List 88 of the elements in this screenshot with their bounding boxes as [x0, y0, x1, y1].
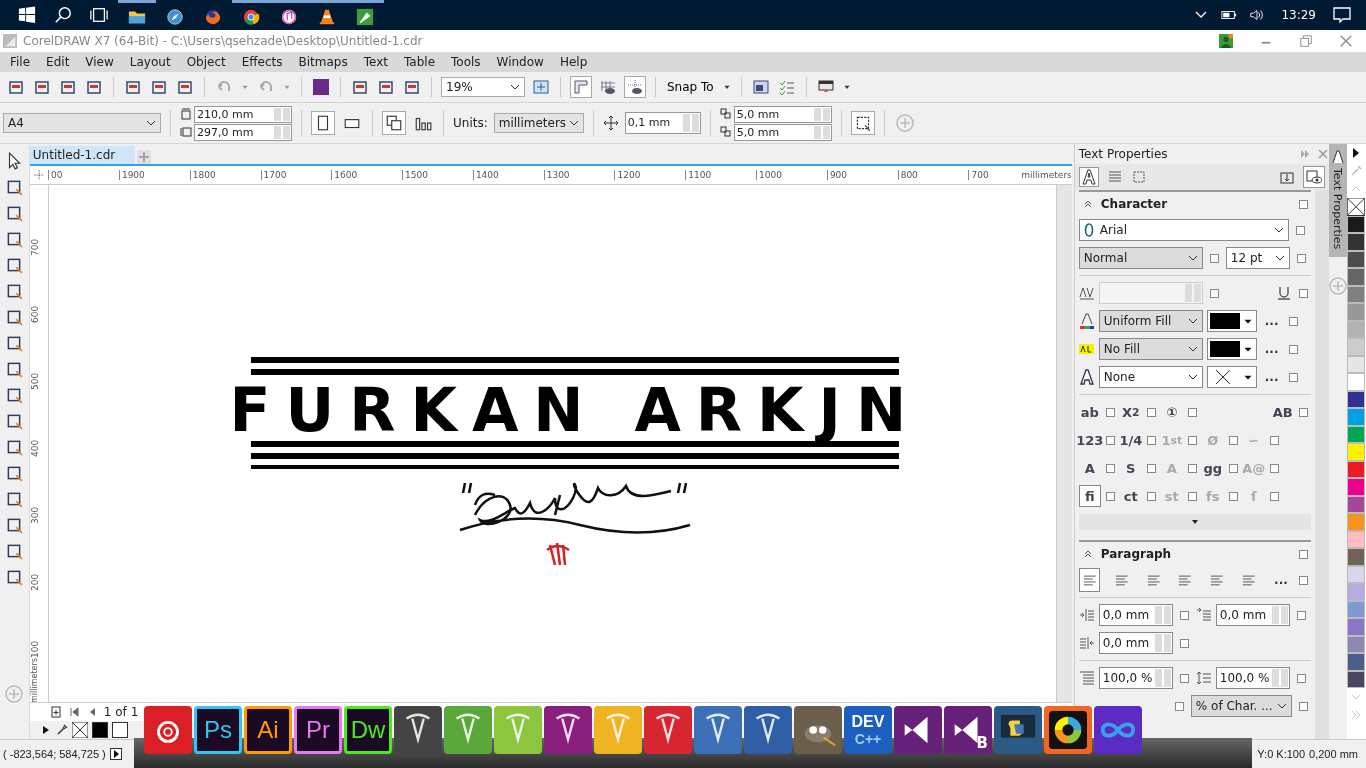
dock-app-icon[interactable]: B — [944, 706, 992, 754]
opentype-feature-button[interactable]: S — [1119, 457, 1142, 479]
opentype-feature-button[interactable]: fi — [1078, 485, 1101, 507]
menu-item[interactable]: Tools — [443, 55, 489, 69]
units-dropdown[interactable]: millimeters — [493, 113, 584, 133]
ruler-unit-label: millimeters — [1021, 170, 1072, 180]
ruler-label: 1900 — [118, 170, 190, 180]
dock-app-icon[interactable]: DEV C++ — [844, 706, 892, 754]
clock-time[interactable]: 13:29 — [1281, 8, 1316, 22]
ruler-label: 1400 — [472, 170, 544, 180]
menu-item[interactable]: File — [2, 55, 39, 69]
ruler-label: 1700 — [260, 170, 332, 180]
ruler-label: 700 — [29, 237, 41, 256]
opentype-feature-button[interactable]: 1/4 — [1119, 429, 1142, 451]
ruler-label: 1100 — [685, 170, 757, 180]
fill-type-dropdown[interactable]: Uniform Fill — [1098, 310, 1203, 332]
right-indent-field[interactable]: 0,0 mm — [1098, 632, 1173, 654]
ruler-label: 1800 — [189, 170, 261, 180]
ruler-label: 1300 — [543, 170, 615, 180]
opentype-feature-button[interactable]: gg — [1201, 457, 1224, 479]
menu-item[interactable]: Text — [355, 55, 396, 69]
font-style-dropdown[interactable]: Normal — [1078, 247, 1203, 269]
menu-item[interactable]: View — [77, 55, 122, 69]
ruler-label: 1600 — [331, 170, 403, 180]
ruler-label: 100 — [29, 639, 41, 658]
opentype-feature-button[interactable]: ab — [1078, 401, 1101, 423]
opentype-feature-button[interactable]: ① — [1160, 401, 1183, 423]
duplicate-y-field[interactable]: 5,0 mm — [733, 123, 832, 141]
opentype-feature-button[interactable]: 123 — [1078, 429, 1101, 451]
ruler-label: 300 — [29, 505, 41, 524]
more-options-button[interactable]: ... — [1270, 573, 1292, 587]
dock-app-icon[interactable]: Dw — [344, 706, 392, 754]
ruler-label: 00 — [48, 170, 119, 180]
more-options-button[interactable]: ... — [1260, 370, 1283, 384]
ruler-label: 600 — [29, 304, 41, 323]
menu-item[interactable]: Effects — [233, 55, 291, 69]
ruler-label: 200 — [29, 572, 41, 591]
ruler-label: 500 — [29, 371, 41, 390]
menu-item[interactable]: Table — [396, 55, 443, 69]
ruler-label: 400 — [29, 438, 41, 457]
units-label: Units: — [453, 116, 488, 130]
ruler-label: 1200 — [614, 170, 686, 180]
opentype-feature-button[interactable]: AB — [1271, 401, 1294, 423]
more-options-button[interactable]: ... — [1260, 314, 1283, 328]
page-width-field[interactable]: 210,0 mm — [194, 105, 292, 123]
opentype-feature-button[interactable]: A — [1078, 457, 1101, 479]
ruler-unit-label: millimeters — [29, 658, 40, 702]
ruler-label: 900 — [826, 170, 898, 180]
logo-text: FURKAN ARKJN — [229, 381, 922, 439]
dock-app-icon[interactable]: Pr — [294, 706, 342, 754]
fill-type-dropdown[interactable]: No Fill — [1098, 338, 1203, 360]
nudge-distance-field[interactable]: 0,1 mm — [624, 112, 701, 134]
menu-item[interactable]: Object — [178, 55, 234, 69]
ruler-label: 800 — [897, 170, 969, 180]
snap-to-dropdown[interactable]: Snap To — [665, 80, 716, 94]
menu-item[interactable]: Bitmaps — [290, 55, 356, 69]
more-options-button[interactable]: ... — [1260, 342, 1283, 356]
spacing-units-dropdown[interactable]: % of Char. ... — [1190, 695, 1292, 717]
outline-width: 0,200 mm — [1309, 748, 1358, 760]
space-before-field[interactable]: 100,0 % — [1098, 667, 1173, 689]
dock-app-icon[interactable]: Ai — [244, 706, 292, 754]
page-height-field[interactable]: 297,0 mm — [194, 123, 292, 141]
fill-type-dropdown[interactable]: None — [1098, 366, 1203, 388]
docker-side-tab[interactable]: Text Properties — [1328, 144, 1347, 258]
section-heading: Paragraph — [1100, 547, 1172, 561]
font-size-dropdown[interactable]: 12 pt — [1225, 247, 1290, 269]
font-dropdown[interactable]: Arial — [1078, 219, 1289, 241]
menu-item[interactable]: Edit — [38, 55, 78, 69]
opentype-feature-button[interactable]: ct — [1119, 485, 1142, 507]
section-heading: Character — [1100, 197, 1168, 211]
zoom-level-dropdown[interactable]: 19% — [441, 77, 525, 97]
menu-item[interactable]: Help — [551, 55, 596, 69]
page-size-dropdown[interactable]: A4 — [3, 113, 161, 133]
duplicate-x-field[interactable]: 5,0 mm — [733, 105, 832, 123]
menu-item[interactable]: Layout — [121, 55, 179, 69]
page-counter: 1 of 1 — [103, 705, 139, 719]
window-title: CorelDRAW X7 (64-Bit) - C:\Users\qsehzade\Desktop\Untitled-1.cdr — [23, 34, 423, 48]
document-tab[interactable]: Untitled-1.cdr — [29, 146, 136, 164]
dock-app-icon[interactable]: Ps — [194, 706, 242, 754]
ruler-label: 1000 — [756, 170, 827, 180]
left-indent-field[interactable]: 0,0 mm — [1098, 604, 1173, 626]
first-line-indent-field[interactable]: 0,0 mm — [1215, 604, 1290, 626]
cursor-coordinates: ( -823,564; 584,725 ) — [3, 748, 106, 760]
line-spacing-field[interactable]: 100,0 % — [1215, 667, 1290, 689]
ruler-label: 1500 — [402, 170, 473, 180]
docker-title: Text Properties — [1078, 147, 1169, 161]
menu-item[interactable]: Window — [488, 55, 552, 69]
fill-info: Y:0 K:100 — [1257, 748, 1306, 760]
